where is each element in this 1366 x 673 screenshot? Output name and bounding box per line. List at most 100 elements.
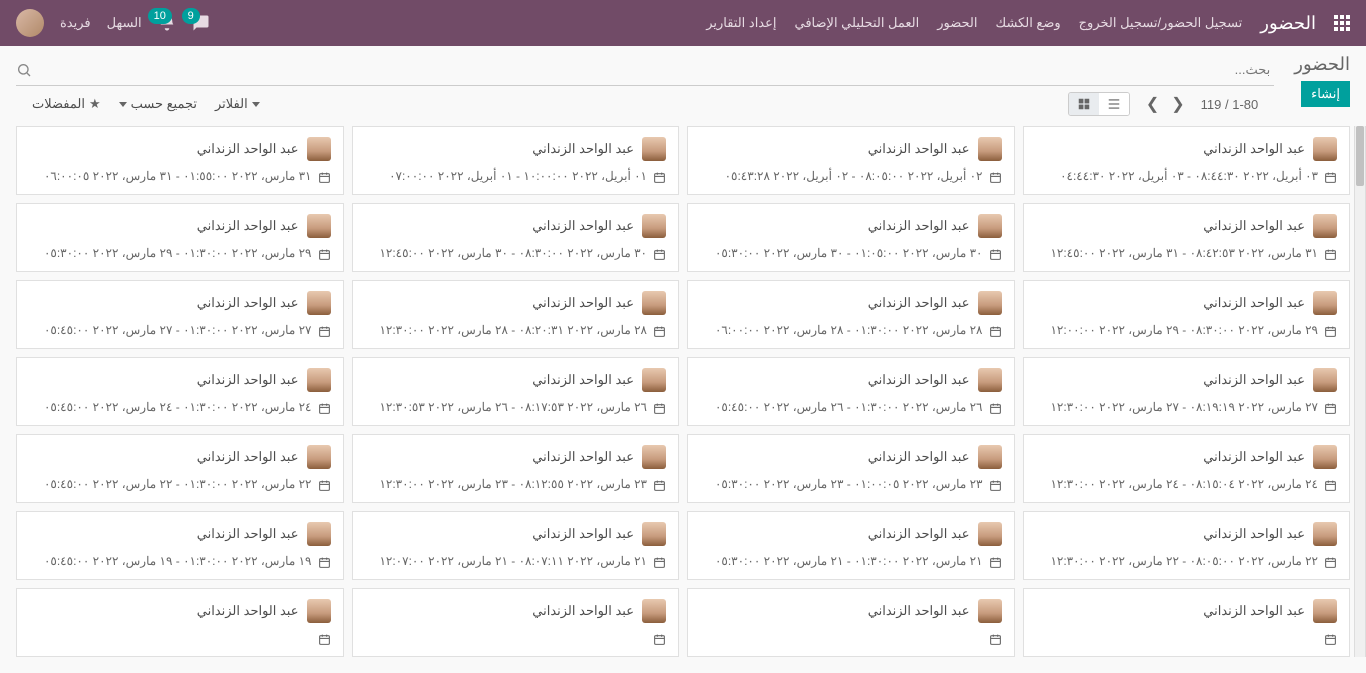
attendance-card[interactable]: عبد الواحد الزنداني١٩ مارس، ٢٠٢٢ ٠١:٣٠:٠… xyxy=(16,511,344,580)
attendance-card[interactable]: عبد الواحد الزنداني٢١ مارس، ٢٠٢٢ ٠٨:٠٧:١… xyxy=(352,511,680,580)
menu-analytic[interactable]: العمل التحليلي الإضافي xyxy=(795,15,920,31)
employee-avatar xyxy=(978,214,1002,238)
employee-name: عبد الواحد الزنداني xyxy=(532,526,634,542)
attendance-range: ٢٤ مارس، ٢٠٢٢ ٠١:٣٠:٠٠ - ٢٤ مارس، ٢٠٢٢ ٠… xyxy=(44,400,312,414)
employee-avatar xyxy=(307,214,331,238)
attendance-card[interactable]: عبد الواحد الزنداني٣٠ مارس، ٢٠٢٢ ٠١:٠٥:٠… xyxy=(687,203,1015,272)
employee-avatar xyxy=(978,522,1002,546)
attendance-card[interactable]: عبد الواحد الزنداني٢٤ مارس، ٢٠٢٢ ٠١:٣٠:٠… xyxy=(16,357,344,426)
attendance-range: ٢٦ مارس، ٢٠٢٢ ٠٨:١٧:٥٣ - ٢٦ مارس، ٢٠٢٢ ١… xyxy=(379,400,647,414)
employee-avatar xyxy=(1313,137,1337,161)
user-avatar[interactable] xyxy=(16,9,44,37)
groupby-label: تجميع حسب xyxy=(131,96,197,112)
activities-badge: 10 xyxy=(148,8,172,24)
calendar-icon xyxy=(318,325,331,338)
attendance-card[interactable]: عبد الواحد الزنداني٢٧ مارس، ٢٠٢٢ ٠١:٣٠:٠… xyxy=(16,280,344,349)
attendance-card[interactable]: عبد الواحد الزنداني٣١ مارس، ٢٠٢٢ ٠٨:٤٢:٥… xyxy=(1023,203,1351,272)
employee-name: عبد الواحد الزنداني xyxy=(197,218,299,234)
view-list[interactable] xyxy=(1099,93,1129,115)
attendance-card[interactable]: عبد الواحد الزنداني٢٩ مارس، ٢٠٢٢ ٠١:٣٠:٠… xyxy=(16,203,344,272)
attendance-card[interactable]: عبد الواحد الزنداني٢٦ مارس، ٢٠٢٢ ٠٨:١٧:٥… xyxy=(352,357,680,426)
employee-avatar xyxy=(978,291,1002,315)
attendance-card[interactable]: عبد الواحد الزنداني xyxy=(16,588,344,657)
apps-icon[interactable] xyxy=(1334,15,1350,31)
calendar-icon xyxy=(1324,171,1337,184)
attendance-card[interactable]: عبد الواحد الزنداني xyxy=(1023,588,1351,657)
employee-avatar xyxy=(642,214,666,238)
attendance-range: ٠٢ أبريل، ٢٠٢٢ ٠٨:٠٥:٠٠ - ٠٢ أبريل، ٢٠٢٢… xyxy=(725,169,983,183)
attendance-range: ٢٦ مارس، ٢٠٢٢ ٠١:٣٠:٠٠ - ٢٦ مارس، ٢٠٢٢ ٠… xyxy=(715,400,983,414)
attendance-range: ٣٠ مارس، ٢٠٢٢ ٠٨:٣٠:٠٠ - ٣٠ مارس، ٢٠٢٢ ١… xyxy=(379,246,647,260)
groupby-button[interactable]: تجميع حسب xyxy=(119,96,197,112)
scrollbar[interactable] xyxy=(1354,126,1366,657)
attendance-card[interactable]: عبد الواحد الزنداني٢٦ مارس، ٢٠٢٢ ٠١:٣٠:٠… xyxy=(687,357,1015,426)
employee-name: عبد الواحد الزنداني xyxy=(1203,603,1305,619)
search-input[interactable] xyxy=(32,58,1274,81)
menu-reporting[interactable]: إعداد التقارير xyxy=(706,15,776,31)
attendance-card[interactable]: عبد الواحد الزنداني٠٢ أبريل، ٢٠٢٢ ٠٨:٠٥:… xyxy=(687,126,1015,195)
activities-icon[interactable]: 10 xyxy=(158,14,176,32)
favorites-button[interactable]: ★المفضلات xyxy=(32,96,101,112)
calendar-icon xyxy=(1324,402,1337,415)
menu-attendance[interactable]: الحضور xyxy=(937,15,977,31)
calendar-icon xyxy=(653,325,666,338)
company-name[interactable]: السهل xyxy=(107,15,142,31)
attendance-card[interactable]: عبد الواحد الزنداني٠١ أبريل، ٢٠٢٢ ١٠:٠٠:… xyxy=(352,126,680,195)
employee-avatar xyxy=(642,137,666,161)
employee-name: عبد الواحد الزنداني xyxy=(197,141,299,157)
create-button[interactable]: إنشاء xyxy=(1301,81,1350,107)
menu-checkin[interactable]: تسجيل الحضور/تسجيل الخروج xyxy=(1079,15,1243,31)
attendance-card[interactable]: عبد الواحد الزنداني٠٣ أبريل، ٢٠٢٢ ٠٨:٤٤:… xyxy=(1023,126,1351,195)
calendar-icon xyxy=(318,171,331,184)
calendar-icon xyxy=(653,479,666,492)
view-kanban[interactable] xyxy=(1069,93,1099,115)
attendance-card[interactable]: عبد الواحد الزنداني٢٧ مارس، ٢٠٢٢ ٠٨:١٩:١… xyxy=(1023,357,1351,426)
app-brand[interactable]: الحضور xyxy=(1260,13,1316,34)
attendance-card[interactable]: عبد الواحد الزنداني٢٣ مارس، ٢٠٢٢ ٠٨:١٢:٥… xyxy=(352,434,680,503)
top-nav: الحضور تسجيل الحضور/تسجيل الخروج وضع الك… xyxy=(0,0,1366,46)
attendance-card[interactable]: عبد الواحد الزنداني٢١ مارس، ٢٠٢٢ ٠١:٣٠:٠… xyxy=(687,511,1015,580)
pager-next[interactable]: ❯ xyxy=(1140,92,1165,116)
search-icon[interactable] xyxy=(16,62,32,78)
employee-avatar xyxy=(1313,291,1337,315)
attendance-range: ٢٣ مارس، ٢٠٢٢ ٠١:٠٠:٠٥ - ٢٣ مارس، ٢٠٢٢ ٠… xyxy=(715,477,983,491)
employee-name: عبد الواحد الزنداني xyxy=(197,603,299,619)
menu-kiosk[interactable]: وضع الكشك xyxy=(996,15,1061,31)
attendance-card[interactable]: عبد الواحد الزنداني ٢٣ مارس، ٢٠٢٢ ٠١:٠٠:٠… xyxy=(687,434,1015,503)
page-title: الحضور xyxy=(1294,54,1350,75)
pager-prev[interactable]: ❮ xyxy=(1165,92,1190,116)
employee-name: عبد الواحد الزنداني xyxy=(868,449,970,465)
attendance-range: ٢٤ مارس، ٢٠٢٢ ٠٨:١٥:٠٤ - ٢٤ مارس، ٢٠٢٢ ١… xyxy=(1050,477,1318,491)
attendance-card[interactable]: عبد الواحد الزنداني٣٠ مارس، ٢٠٢٢ ٠٨:٣٠:٠… xyxy=(352,203,680,272)
attendance-card[interactable]: عبد الواحد الزنداني٢٢ مارس، ٢٠٢٢ ٠١:٣٠:٠… xyxy=(16,434,344,503)
calendar-icon xyxy=(1324,248,1337,261)
attendance-range: ٠١ أبريل، ٢٠٢٢ ١٠:٠٠:٠٠ - ٠١ أبريل، ٢٠٢٢… xyxy=(389,169,647,183)
attendance-card[interactable]: عبد الواحد الزنداني xyxy=(687,588,1015,657)
attendance-range: ٠٣ أبريل، ٢٠٢٢ ٠٨:٤٤:٣٠ - ٠٣ أبريل، ٢٠٢٢… xyxy=(1060,169,1318,183)
employee-name: عبد الواحد الزنداني xyxy=(532,295,634,311)
filters-button[interactable]: الفلاتر xyxy=(215,96,260,112)
pager-text[interactable]: 1-80 / 119 xyxy=(1201,97,1259,112)
attendance-range: ٢٧ مارس، ٢٠٢٢ ٠١:٣٠:٠٠ - ٢٧ مارس، ٢٠٢٢ ٠… xyxy=(44,323,312,337)
attendance-card[interactable]: عبد الواحد الزنداني٢٨ مارس، ٢٠٢٢ ٠١:٣٠:٠… xyxy=(687,280,1015,349)
employee-name: عبد الواحد الزنداني xyxy=(1203,526,1305,542)
attendance-card[interactable]: عبد الواحد الزنداني٢٩ مارس، ٢٠٢٢ ٠٨:٣٠:٠… xyxy=(1023,280,1351,349)
calendar-icon xyxy=(989,171,1002,184)
calendar-icon xyxy=(318,556,331,569)
attendance-card[interactable]: عبد الواحد الزنداني٢٢ مارس، ٢٠٢٢ ٠٨:٠٥:٠… xyxy=(1023,511,1351,580)
calendar-icon xyxy=(989,402,1002,415)
attendance-card[interactable]: عبد الواحد الزنداني٣١ مارس، ٢٠٢٢ ٠١:٥٥:٠… xyxy=(16,126,344,195)
attendance-card[interactable]: عبد الواحد الزنداني xyxy=(352,588,680,657)
attendance-range: ٢٢ مارس، ٢٠٢٢ ٠١:٣٠:٠٠ - ٢٢ مارس، ٢٠٢٢ ٠… xyxy=(44,477,312,491)
user-name[interactable]: فريدة xyxy=(60,15,91,31)
employee-avatar xyxy=(1313,522,1337,546)
attendance-card[interactable]: عبد الواحد الزنداني٢٨ مارس، ٢٠٢٢ ٠٨:٢٠:٣… xyxy=(352,280,680,349)
attendance-card[interactable]: عبد الواحد الزنداني٢٤ مارس، ٢٠٢٢ ٠٨:١٥:٠… xyxy=(1023,434,1351,503)
calendar-icon xyxy=(653,248,666,261)
calendar-icon xyxy=(989,556,1002,569)
employee-name: عبد الواحد الزنداني xyxy=(1203,372,1305,388)
attendance-range: ١٩ مارس، ٢٠٢٢ ٠١:٣٠:٠٠ - ١٩ مارس، ٢٠٢٢ ٠… xyxy=(44,554,312,568)
messaging-icon[interactable]: 9 xyxy=(192,14,210,32)
employee-avatar xyxy=(1313,599,1337,623)
attendance-range: ٣١ مارس، ٢٠٢٢ ٠٨:٤٢:٥٣ - ٣١ مارس، ٢٠٢٢ ١… xyxy=(1050,246,1318,260)
